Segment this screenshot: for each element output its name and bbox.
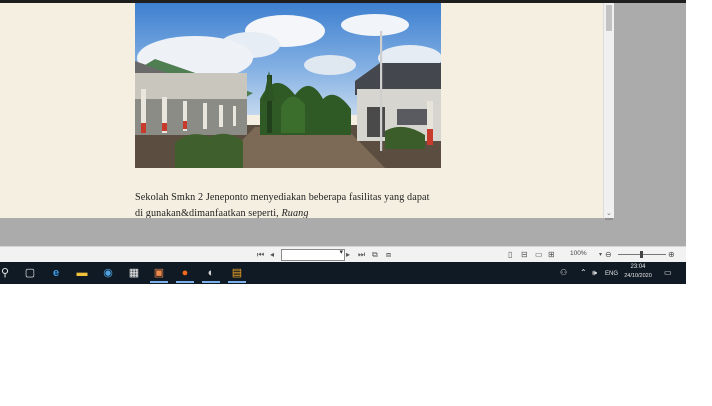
document-paragraph-line: di gunakan&dimanfaatkan seperti, Ruang (135, 208, 309, 218)
volume-icon[interactable]: 🕪 (592, 267, 597, 278)
zoom-dropdown-icon[interactable]: ▾ (599, 249, 602, 261)
facing-view-icon[interactable]: ▭ (535, 249, 543, 261)
archive-app-icon[interactable]: ▤ (228, 265, 246, 283)
file-explorer-icon[interactable]: ▬ (73, 265, 91, 281)
taskbar: ⚲ ▢ e ▬ ◉ ▦ ▣ ● ◐ ▤ ⚇ ⌃ 🕪 ENG 23:04 24/1… (0, 262, 686, 284)
vertical-scrollbar[interactable]: ⌄ (603, 3, 614, 218)
input-language[interactable]: ENG (605, 269, 618, 280)
scroll-down-arrow-icon[interactable]: ⌄ (606, 209, 612, 217)
notification-icon[interactable]: ▭ (664, 267, 672, 278)
photo-app-icon[interactable]: ▣ (150, 265, 168, 283)
page-number-field[interactable]: ▾ (281, 249, 345, 261)
viewer-status-bar: ⏮ ◂ ▾ ▸ ⏭ ⧉ ⧈ ▯ ⊟ ▭ ⊞ 100% ▾ ⊖ ⊕ (0, 246, 686, 263)
edge-icon[interactable]: e (47, 265, 65, 281)
clock-date: 24/10/2020 (624, 273, 652, 279)
system-clock[interactable]: 23:04 24/10/2020 (620, 263, 656, 281)
task-view-icon[interactable]: ▢ (21, 265, 39, 281)
zoom-out-icon[interactable]: ⊖ (605, 249, 612, 261)
document-paragraph-line: Sekolah Smkn 2 Jeneponto menyediakan beb… (135, 192, 430, 203)
two-page-icon[interactable]: ⧈ (386, 249, 391, 261)
first-page-icon[interactable]: ⏮ (257, 249, 264, 261)
screen: Sekolah Smkn 2 Jeneponto menyediakan beb… (0, 0, 686, 284)
last-page-icon[interactable]: ⏭ (358, 249, 365, 261)
document-page: Sekolah Smkn 2 Jeneponto menyediakan beb… (0, 3, 605, 218)
single-page-view-icon[interactable]: ▯ (508, 249, 512, 261)
zoom-in-icon[interactable]: ⊕ (668, 249, 675, 261)
media-app-icon[interactable]: ◐ (202, 265, 220, 283)
next-page-icon[interactable]: ▸ (346, 249, 350, 261)
clapperboard-icon[interactable]: ▦ (125, 265, 143, 281)
chevron-down-icon[interactable]: ▾ (339, 248, 343, 256)
previous-page-icon[interactable]: ◂ (270, 249, 274, 261)
clock-time: 23:04 (630, 264, 646, 270)
page-layout-icon[interactable]: ⧉ (372, 249, 378, 261)
facing-continuous-view-icon[interactable]: ⊞ (548, 249, 555, 261)
continuous-view-icon[interactable]: ⊟ (521, 249, 528, 261)
chrome-icon[interactable]: ◉ (99, 265, 117, 281)
zoom-level: 100% (570, 250, 587, 257)
firefox-icon[interactable]: ● (176, 265, 194, 283)
scrollbar-thumb[interactable] (606, 5, 612, 31)
user-icon[interactable]: ⚇ (560, 267, 567, 278)
search-icon[interactable]: ⚲ (0, 265, 14, 281)
school-photo-image (135, 3, 441, 168)
chevron-up-icon[interactable]: ⌃ (580, 267, 587, 278)
school-photo (135, 3, 441, 168)
zoom-slider-thumb[interactable] (640, 251, 643, 258)
document-text: di gunakan&dimanfaatkan seperti, (135, 208, 282, 218)
document-italic-text: Ruang (281, 208, 309, 218)
